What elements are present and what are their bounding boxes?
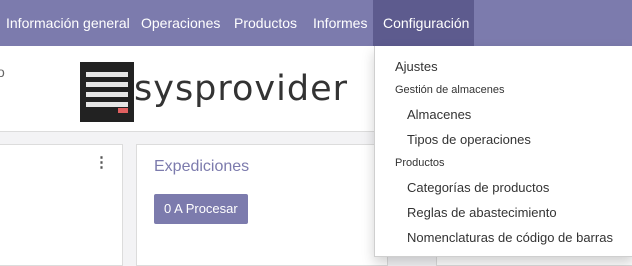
nav-label: Información general — [6, 15, 130, 31]
card-menu-icon[interactable]: ⋮ — [94, 155, 109, 170]
nav-label: Productos — [234, 15, 298, 31]
nav-label: Configuración — [383, 15, 470, 31]
configuracion-dropdown: Ajustes Gestión de almacenes Almacenes T… — [374, 46, 632, 257]
nav-operaciones[interactable]: Operaciones — [131, 0, 235, 46]
menu-section-productos: Productos — [395, 157, 445, 169]
truncated-header-text: o — [0, 64, 5, 80]
menu-item-almacenes[interactable]: Almacenes — [375, 107, 632, 122]
sysprovider-logo-icon — [80, 62, 134, 122]
nav-label: Informes — [313, 15, 368, 31]
menu-item-reglas-abastecimiento[interactable]: Reglas de abastecimiento — [375, 205, 632, 220]
nav-configuracion[interactable]: Configuración — [373, 0, 474, 46]
process-button[interactable]: 0 A Procesar — [154, 194, 248, 224]
menu-section-gestion-almacenes: Gestión de almacenes — [395, 84, 505, 96]
nav-informes[interactable]: Informes — [303, 0, 383, 46]
logo-wordmark: sysprovider — [134, 69, 349, 109]
card-left: ⋮ — [0, 144, 123, 266]
menu-item-categorias-productos[interactable]: Categorías de productos — [375, 180, 632, 195]
nav-informacion-general[interactable]: Información general — [0, 0, 137, 46]
card-title[interactable]: Expediciones — [154, 158, 249, 176]
top-navbar: Información general Operaciones Producto… — [0, 0, 632, 46]
card-expediciones: Expediciones 0 A Procesar — [136, 144, 388, 266]
nav-label: Operaciones — [141, 15, 221, 31]
menu-item-ajustes[interactable]: Ajustes — [375, 59, 632, 74]
nav-productos[interactable]: Productos — [225, 0, 312, 46]
menu-item-nomenclaturas-codigo-barras[interactable]: Nomenclaturas de código de barras — [375, 230, 632, 245]
menu-item-tipos-operaciones[interactable]: Tipos de operaciones — [375, 132, 632, 147]
